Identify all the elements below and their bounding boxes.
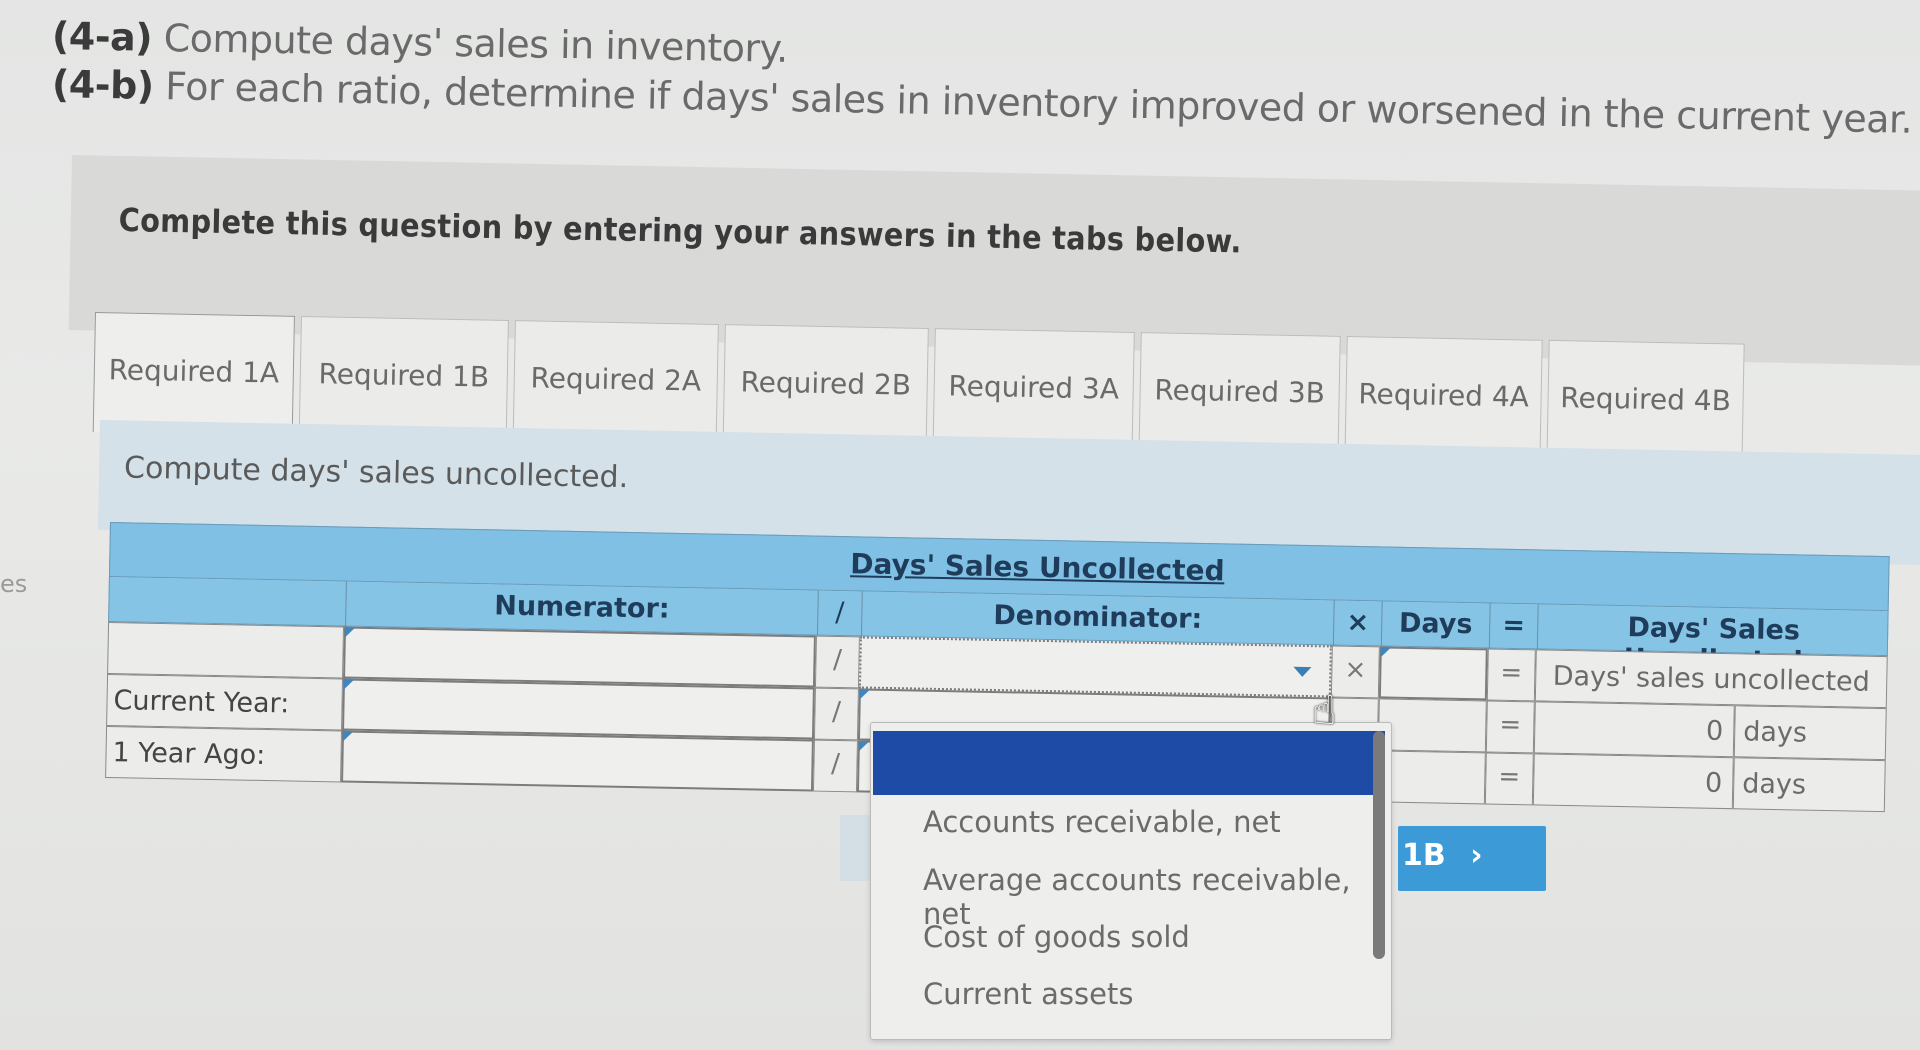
divide-sign: / xyxy=(813,687,859,741)
tab-required-3b[interactable]: Required 3B xyxy=(1138,332,1341,451)
tab-label: Required 4A xyxy=(1358,377,1530,414)
dropdown-option[interactable]: Accounts receivable, net xyxy=(923,805,1281,839)
banner-text: Complete this question by entering your … xyxy=(118,200,1243,261)
tab-required-2b[interactable]: Required 2B xyxy=(722,324,929,443)
instruction-tag: (4-a) xyxy=(51,14,153,60)
tab-label: Required 2B xyxy=(740,365,912,402)
previous-button[interactable] xyxy=(840,815,870,881)
denominator-dropdown-list[interactable]: Accounts receivable, net Average account… xyxy=(870,722,1392,1040)
instruction-tag: (4-b) xyxy=(51,62,155,108)
tab-required-4b[interactable]: Required 4B xyxy=(1546,339,1745,459)
row-label: Current Year: xyxy=(106,673,344,731)
dropdown-option-selected[interactable] xyxy=(873,731,1385,795)
header-times: × xyxy=(1332,600,1382,647)
header-days: Days xyxy=(1380,601,1490,649)
equals-sign: = xyxy=(1486,648,1536,702)
tab-required-1a[interactable]: Required 1A xyxy=(92,312,295,436)
next-tab-button[interactable]: 1B › xyxy=(1398,826,1546,891)
instruction-4b: (4-b) For each ratio, determine if days'… xyxy=(52,62,1913,142)
dropdown-option[interactable]: Cost of goods sold xyxy=(923,920,1190,954)
row-label xyxy=(107,621,345,679)
tab-label: Required 2A xyxy=(530,361,702,398)
side-label: es xyxy=(0,570,28,598)
instruction-text: For each ratio, determine if days' sales… xyxy=(164,64,1913,142)
tab-required-2a[interactable]: Required 2A xyxy=(512,320,719,439)
row-label: 1 Year Ago: xyxy=(105,725,343,783)
instruction-text: Compute days' sales in inventory. xyxy=(163,15,789,71)
result-value: 0 xyxy=(1532,753,1734,810)
numerator-select[interactable] xyxy=(343,626,816,688)
days-input[interactable] xyxy=(1377,698,1487,753)
equals-sign: = xyxy=(1485,700,1535,754)
instruction-4a: (4-a) Compute days' sales in inventory. xyxy=(52,14,789,71)
header-equals: = xyxy=(1488,603,1538,650)
tab-label: Required 1B xyxy=(318,357,490,394)
denominator-select[interactable] xyxy=(858,636,1332,698)
chevron-down-icon[interactable] xyxy=(1293,666,1312,678)
dropdown-option[interactable]: Current assets xyxy=(923,977,1133,1011)
numerator-input[interactable] xyxy=(341,730,814,792)
next-tab-label: 1B xyxy=(1402,838,1446,873)
tab-label: Required 1A xyxy=(108,353,280,390)
tab-label: Required 4B xyxy=(1560,381,1732,418)
hand-cursor-icon: ☝ xyxy=(1312,688,1337,734)
times-sign: × xyxy=(1330,645,1380,699)
header-divide: / xyxy=(816,590,862,637)
days-input[interactable] xyxy=(1378,646,1488,701)
numerator-input[interactable] xyxy=(342,678,815,740)
tab-label: Required 3A xyxy=(948,369,1120,406)
divide-sign: / xyxy=(812,739,858,793)
result-label: Days' sales uncollected xyxy=(1534,649,1888,709)
result-value: 0 xyxy=(1533,701,1735,758)
result-unit: days xyxy=(1733,705,1887,761)
tab-required-1b[interactable]: Required 1B xyxy=(298,315,509,435)
tab-required-3a[interactable]: Required 3A xyxy=(932,328,1135,447)
header-result: Days' Sales Uncollected xyxy=(1536,604,1890,678)
chevron-right-icon: › xyxy=(1470,838,1483,873)
result-unit: days xyxy=(1732,757,1886,813)
table-title: Days' Sales Uncollected xyxy=(850,547,1225,588)
tab-required-4a[interactable]: Required 4A xyxy=(1344,336,1543,455)
panel-prompt: Compute days' sales uncollected. xyxy=(123,450,629,496)
days-input[interactable] xyxy=(1376,750,1486,805)
tab-label: Required 3B xyxy=(1154,373,1326,410)
equals-sign: = xyxy=(1484,752,1534,806)
divide-sign: / xyxy=(814,635,860,689)
dropdown-scrollbar[interactable] xyxy=(1373,731,1385,959)
